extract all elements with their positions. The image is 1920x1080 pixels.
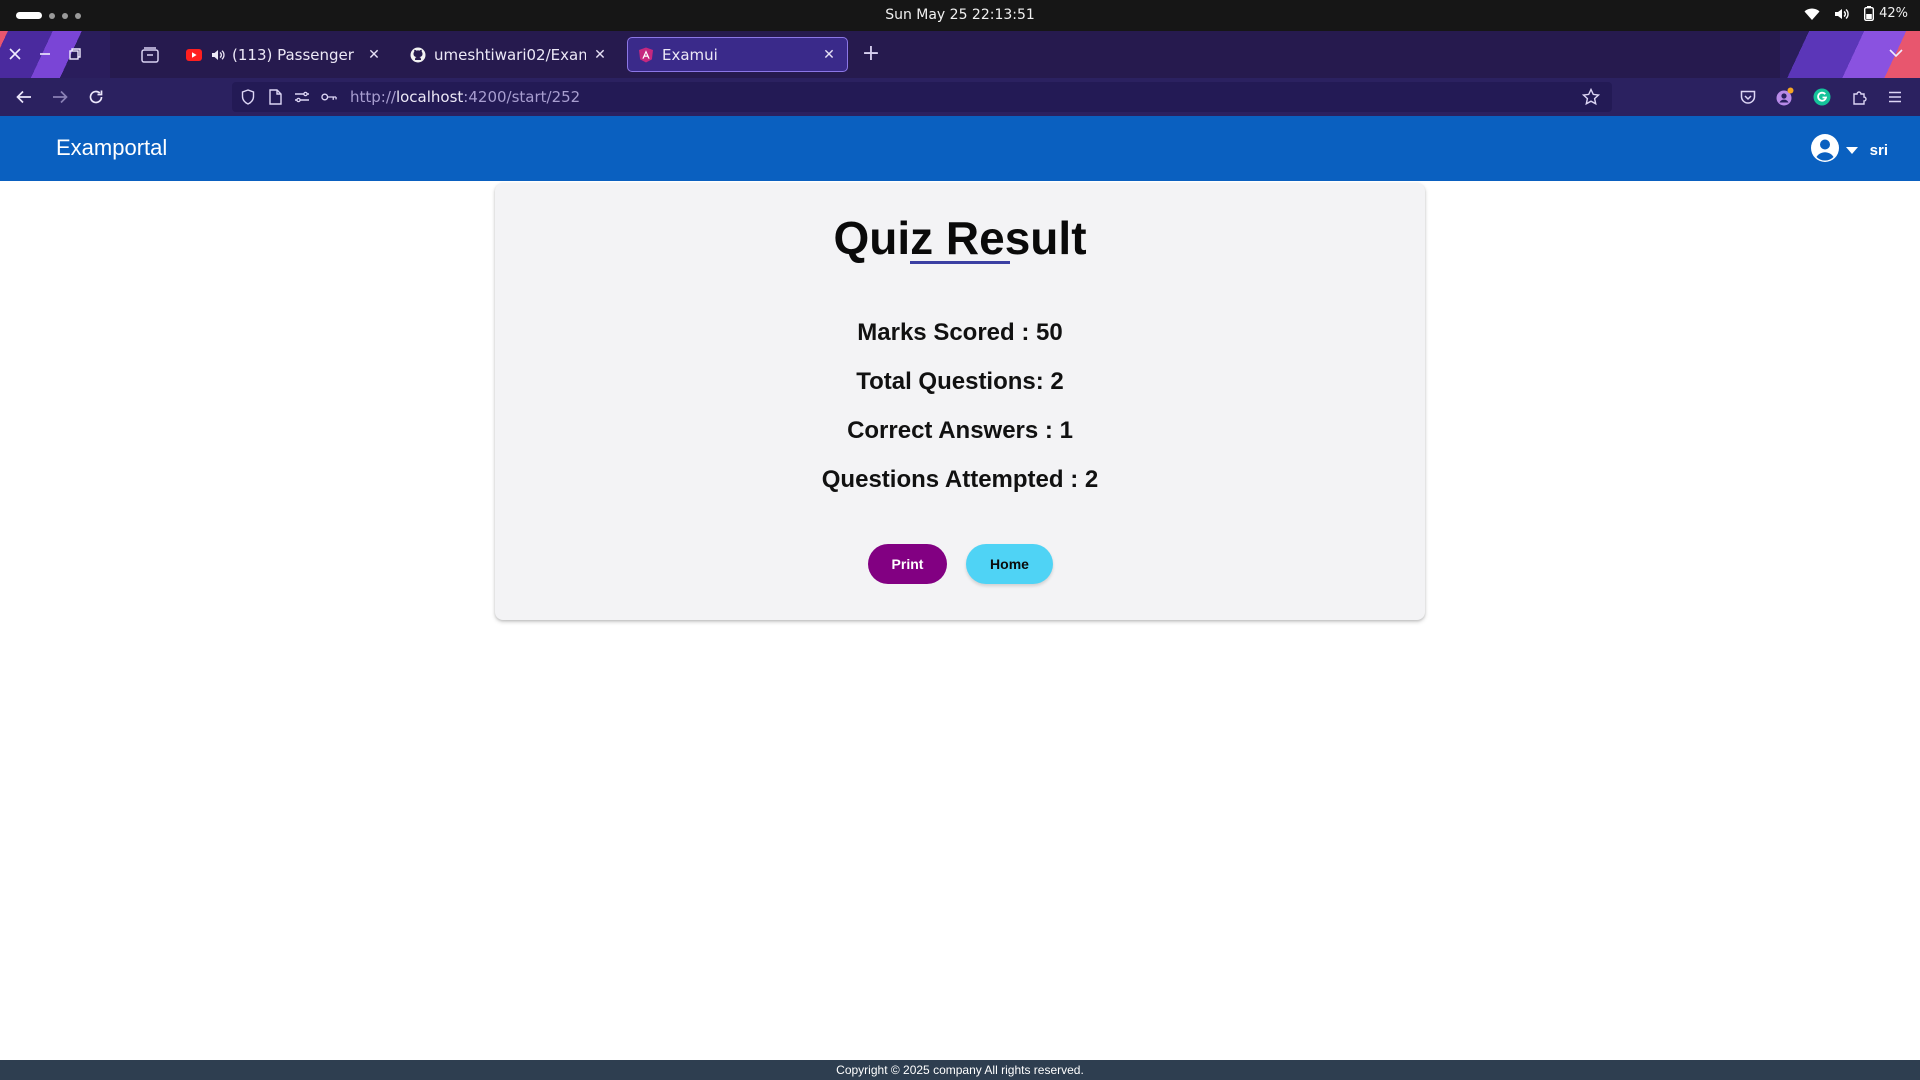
quiz-result-card: Quiz Result Marks Scored : 50 Total Ques… [495, 183, 1425, 620]
reload-icon[interactable] [86, 87, 106, 107]
tab-list-icon[interactable] [138, 43, 162, 67]
tab-close-icon[interactable]: ✕ [366, 47, 382, 63]
account-circle-icon [1810, 133, 1840, 168]
app-brand[interactable]: Examportal [56, 135, 167, 161]
correct-answers: Correct Answers : 1 [847, 417, 1073, 444]
github-icon [410, 47, 426, 63]
audio-playing-icon[interactable] [210, 47, 226, 63]
caret-down-icon [1845, 142, 1858, 160]
os-clock[interactable]: Sun May 25 22:13:51 [0, 7, 1920, 23]
user-name: sri [1869, 142, 1888, 159]
os-top-bar: Sun May 25 22:13:51 42% [0, 0, 1920, 31]
grammarly-icon[interactable] [1812, 87, 1832, 107]
system-tray[interactable]: 42% [1804, 6, 1908, 21]
tab-title: Examui [662, 45, 718, 64]
battery-icon [1864, 6, 1875, 21]
battery-percent: 42% [1879, 6, 1908, 21]
tab-examui[interactable]: Examui ✕ [627, 37, 848, 72]
page-title: Quiz Result [833, 212, 1087, 264]
questions-attempted: Questions Attempted : 2 [821, 466, 1099, 493]
marks-scored: Marks Scored : 50 [857, 319, 1063, 346]
bookmark-star-icon[interactable] [1581, 87, 1601, 106]
app-navbar: Examportal sri [0, 116, 1920, 181]
tab-title: (113) Passenger | Let Her Go [232, 45, 360, 64]
home-button[interactable]: Home [966, 544, 1053, 584]
url-path: :4200/start/252 [463, 88, 581, 106]
total-questions: Total Questions: 2 [856, 368, 1064, 395]
pocket-icon[interactable] [1738, 87, 1758, 107]
extensions-puzzle-icon[interactable] [1850, 87, 1870, 107]
url-text[interactable]: http://localhost:4200/start/252 [350, 88, 580, 106]
angular-icon [638, 47, 654, 63]
youtube-icon [186, 47, 202, 63]
copyright-text: Copyright © 2025 company All rights rese… [836, 1063, 1084, 1077]
wifi-icon [1804, 7, 1820, 21]
print-button[interactable]: Print [868, 544, 947, 584]
user-menu[interactable]: sri [1810, 133, 1888, 168]
browser-toolbar: http://localhost:4200/start/252 [0, 78, 1920, 116]
tab-overflow-chevron-icon[interactable] [1888, 45, 1906, 63]
page-info-icon[interactable] [267, 89, 283, 105]
tab-youtube[interactable]: (113) Passenger | Let Her Go ✕ [176, 37, 392, 72]
address-bar[interactable]: http://localhost:4200/start/252 [232, 82, 1612, 112]
tab-title: umeshtiwari02/Examportal [434, 45, 586, 64]
new-tab-plus-icon[interactable]: + [860, 43, 882, 65]
window-minimize-icon[interactable] [36, 45, 54, 63]
hamburger-menu-icon[interactable] [1885, 87, 1905, 107]
url-scheme: http:// [350, 88, 396, 106]
browser-tab-strip: (113) Passenger | Let Her Go ✕ umeshtiwa… [0, 31, 1920, 78]
tab-close-icon[interactable]: ✕ [592, 47, 608, 63]
url-host: localhost [395, 88, 464, 106]
tab-close-icon[interactable]: ✕ [821, 47, 837, 63]
forward-arrow-icon[interactable] [50, 87, 70, 107]
volume-icon [1834, 7, 1850, 21]
tab-github[interactable]: umeshtiwari02/Examportal ✕ [400, 37, 618, 72]
title-underline [910, 261, 1010, 264]
page-footer: Copyright © 2025 company All rights rese… [0, 1060, 1920, 1080]
key-icon[interactable] [321, 89, 337, 105]
permissions-icon[interactable] [294, 89, 310, 105]
window-close-icon[interactable] [6, 45, 24, 63]
back-arrow-icon[interactable] [14, 87, 34, 107]
window-restore-icon[interactable] [66, 45, 84, 63]
shield-icon[interactable] [240, 89, 256, 105]
account-extension-icon[interactable] [1775, 87, 1795, 107]
battery-status: 42% [1864, 6, 1908, 21]
